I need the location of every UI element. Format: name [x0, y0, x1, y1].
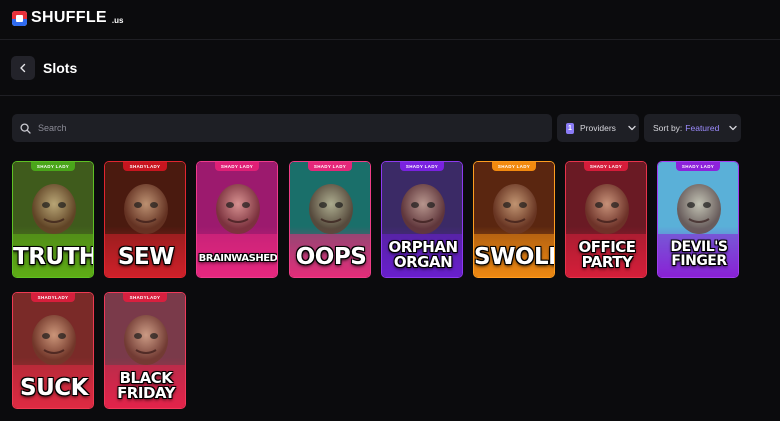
providers-dropdown[interactable]: 1 Providers [557, 114, 639, 142]
game-card-oops[interactable]: SHADY LADY OOPS [289, 161, 371, 278]
game-card-office-party[interactable]: SHADY LADY OFFICE PARTY [565, 161, 647, 278]
provider-badge: SHADYLADY [123, 162, 167, 171]
game-title: SUCK [20, 375, 88, 401]
game-card-suck[interactable]: SHADYLADY SUCK [12, 292, 94, 409]
logo-tld: .us [111, 16, 124, 25]
logo-text: SHUFFLE [31, 9, 107, 26]
game-card-swoll[interactable]: SHADY LADY SWOLL [473, 161, 555, 278]
search-input[interactable] [38, 123, 518, 133]
game-title: SWOLL [474, 244, 555, 270]
sort-value: Featured [685, 123, 720, 133]
search-icon [20, 122, 31, 134]
game-title: SEW [117, 244, 175, 270]
game-card-devil-s-finger[interactable]: SHADY LADY DEVIL'S FINGER [657, 161, 739, 278]
game-card-brainwashed[interactable]: SHADY LADY BRAINWASHED [196, 161, 278, 278]
game-card-black-friday[interactable]: SHADYLADY BLACK FRIDAY [104, 292, 186, 409]
chevron-left-icon [20, 63, 26, 73]
game-title: DEVIL'S FINGER [670, 239, 728, 269]
sort-dropdown[interactable]: Sort by: Featured [644, 114, 741, 142]
page-header: Slots [0, 41, 780, 96]
providers-count-badge: 1 [566, 122, 574, 134]
game-title: BLACK FRIDAY [117, 369, 175, 402]
game-card-orphan-organ[interactable]: SHADY LADY ORPHAN ORGAN [381, 161, 463, 278]
provider-badge: SHADYLADY [31, 293, 75, 302]
shuffle-logo[interactable]: SHUFFLE .us [12, 9, 123, 27]
game-title: OOPS [295, 244, 367, 270]
game-title: ORPHAN ORGAN [388, 238, 458, 271]
game-card-sew[interactable]: SHADYLADY SEW [104, 161, 186, 278]
search-bar[interactable] [12, 114, 552, 142]
game-title: OFFICE PARTY [578, 238, 636, 271]
providers-label: Providers [580, 123, 616, 133]
game-card-truth[interactable]: SHADY LADY TRUTH [12, 161, 94, 278]
game-title: TRUTH [13, 244, 94, 270]
game-title: BRAINWASHED [198, 253, 278, 264]
chevron-down-icon [628, 125, 636, 131]
provider-badge: SHADY LADY [215, 162, 259, 171]
back-button[interactable] [11, 56, 35, 80]
provider-badge: SHADY LADY [31, 162, 75, 171]
top-bar: SHUFFLE .us [0, 0, 780, 40]
logo-icon [12, 10, 27, 26]
provider-badge: SHADY LADY [400, 162, 444, 171]
page-title: Slots [43, 60, 78, 76]
provider-badge: SHADYLADY [123, 293, 167, 302]
provider-badge: SHADY LADY [584, 162, 628, 171]
provider-badge: SHADY LADY [676, 162, 720, 171]
chevron-down-icon [729, 125, 737, 131]
provider-badge: SHADY LADY [492, 162, 536, 171]
sort-label: Sort by: [653, 123, 683, 133]
provider-badge: SHADY LADY [308, 162, 352, 171]
